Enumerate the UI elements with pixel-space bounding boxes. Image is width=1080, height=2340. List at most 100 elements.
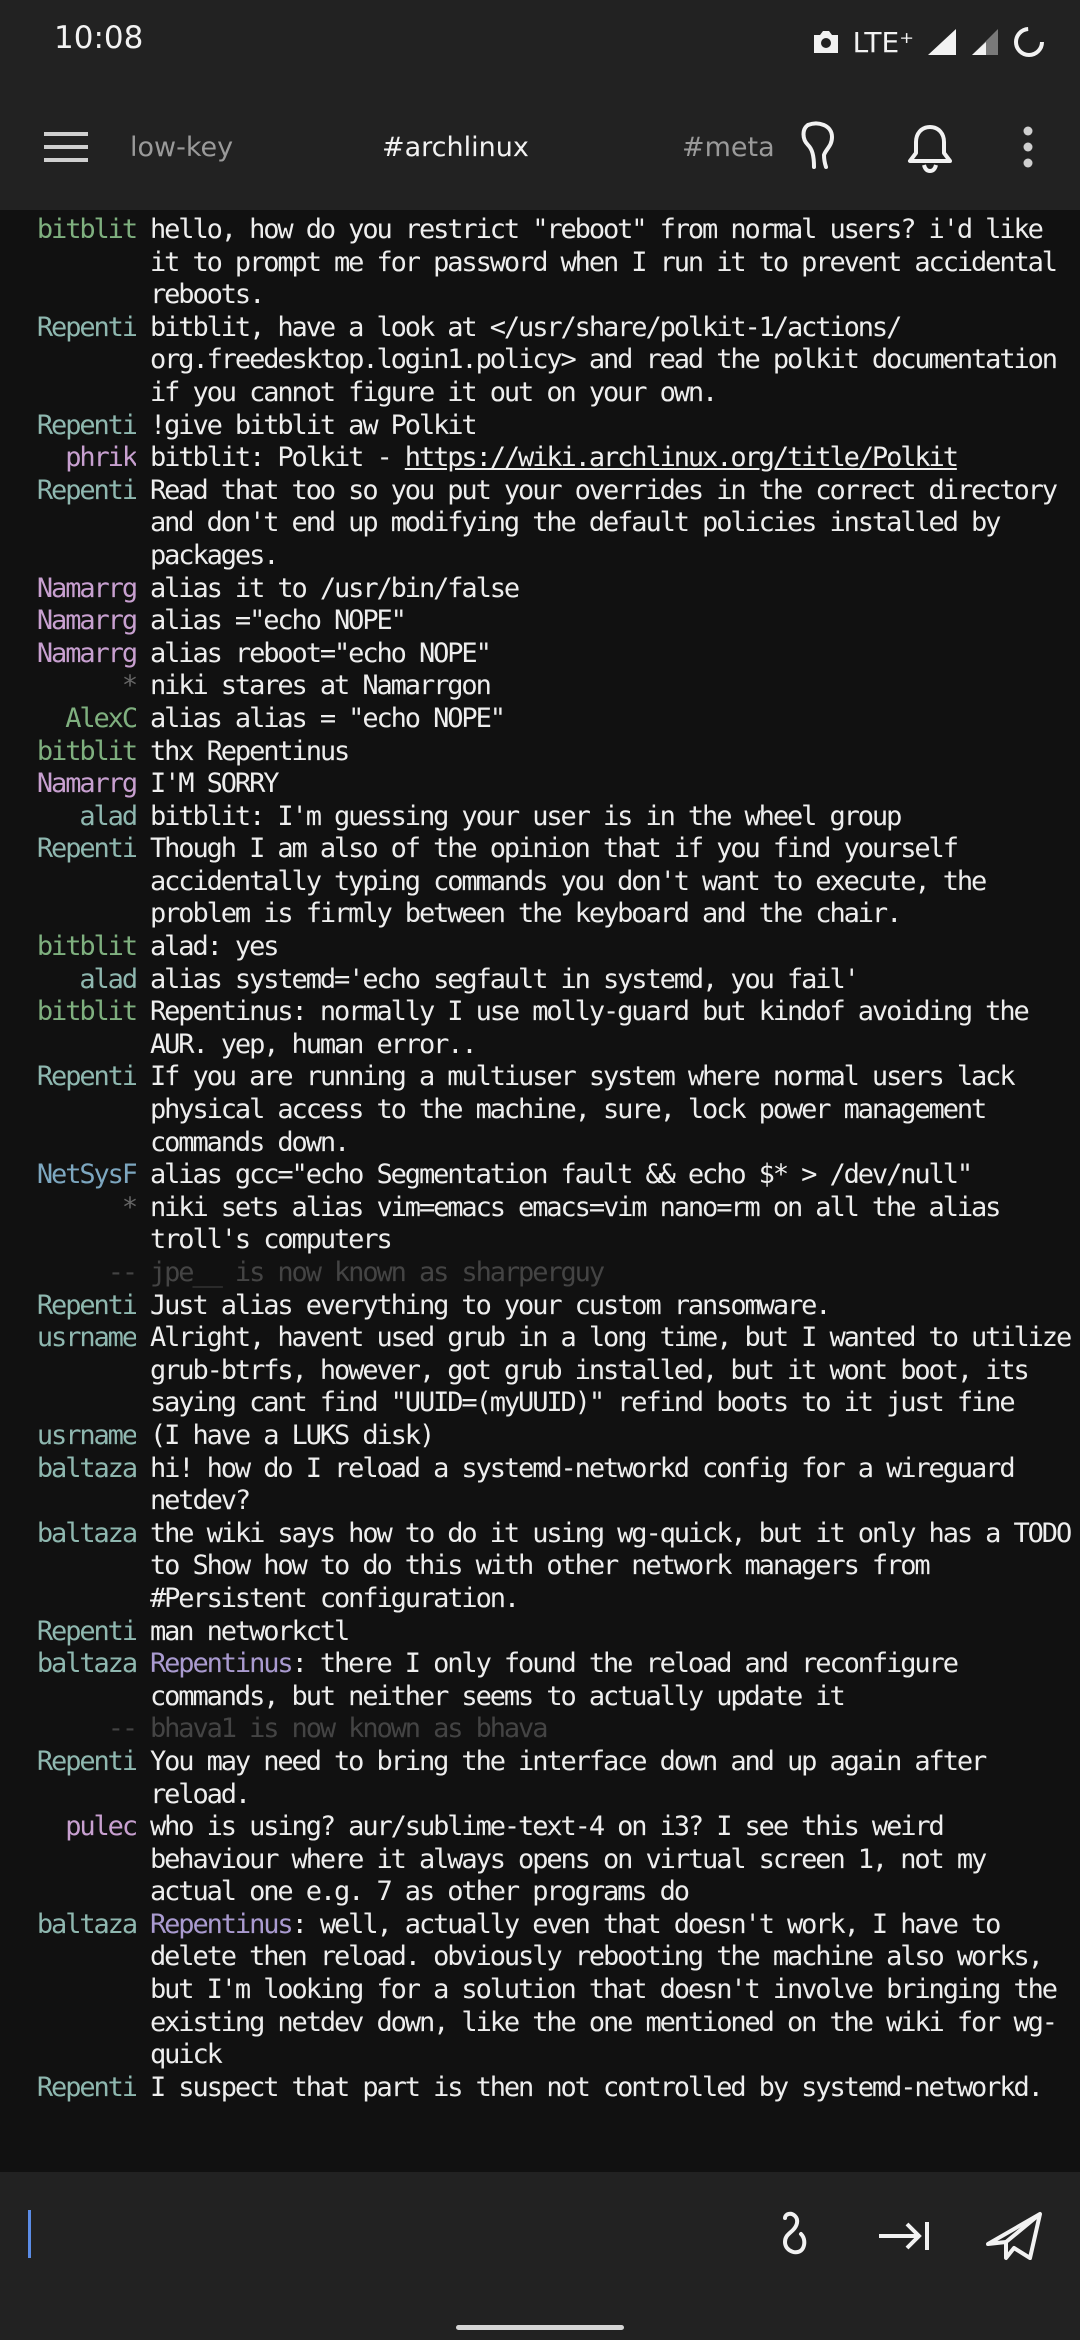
message-nick[interactable]: Repenti (0, 475, 136, 508)
message-nick[interactable]: Repenti (0, 1061, 136, 1094)
tab-meta[interactable]: #meta (682, 84, 775, 210)
signal-icon (928, 29, 956, 55)
status-time: 10:08 (54, 20, 144, 56)
attach-icon (782, 2211, 807, 2255)
message-nick[interactable]: Repenti (0, 1290, 136, 1323)
text-cursor (28, 2210, 31, 2258)
chat-message: bitblit Repentinus: normally I use molly-… (0, 996, 1080, 1061)
chat-message: baltaza Repentinus: there I only found th… (0, 1648, 1080, 1713)
message-text: who is using? aur/sublime-text-4 on i3? … (150, 1811, 1000, 1908)
chat-message: Repenti !give bitblit aw Polkit (0, 410, 1080, 443)
message-text: Repentinus: well, actually even that doe… (150, 1909, 1080, 2072)
message-nick[interactable]: baltaza (0, 1648, 136, 1681)
message-text: bitblit: I'm guessing your user is in th… (150, 800, 902, 832)
message-input[interactable] (28, 2204, 732, 2256)
chat-message: alad bitblit: I'm guessing your user is i… (0, 801, 1080, 834)
message-nick[interactable]: alad (0, 964, 136, 997)
message-nick[interactable]: bitblit (0, 214, 136, 247)
chat-message: baltaza Repentinus: well, actually even t… (0, 1909, 1080, 2072)
tab-complete-button[interactable] (876, 2212, 932, 2260)
message-nick[interactable]: Repenti (0, 312, 136, 345)
message-list: bitblit hello, how do you restrict "reboo… (0, 210, 1080, 2104)
message-nick[interactable]: Repenti (0, 410, 136, 443)
chat-message: bitblit alad: yes (0, 931, 1080, 964)
chat-message: bitblit thx Repentinus (0, 736, 1080, 769)
message-text: Though I am also of the opinion that if … (150, 833, 1000, 930)
message-nick[interactable]: phrik (0, 442, 136, 475)
notifications-button[interactable] (904, 84, 956, 210)
system-message: -- jpe__ is now known as sharperguy (0, 1257, 1080, 1290)
message-nick[interactable]: NetSysF (0, 1159, 136, 1192)
tab-archlinux[interactable]: #archlinux (382, 84, 529, 210)
chat-message: AlexC alias alias = "echo NOPE" (0, 703, 1080, 736)
overflow-menu-button[interactable] (1018, 84, 1038, 210)
message-mention[interactable]: Repentinus (150, 1909, 294, 1940)
message-nick[interactable]: pulec (0, 1811, 136, 1844)
status-icons: LTE⁺ (811, 20, 1046, 64)
channel-info-button[interactable] (796, 84, 842, 210)
chat-message: Namarrg alias it to /usr/bin/false (0, 573, 1080, 606)
message-text: bhava1 is now known as bhava (150, 1713, 548, 1745)
message-text: alias reboot="echo NOPE" (150, 637, 492, 669)
chat-log[interactable]: bitblit hello, how do you restrict "reboo… (0, 210, 1080, 2170)
message-text: Repentinus: there I only found the reloa… (150, 1648, 1080, 1713)
message-nick[interactable]: bitblit (0, 996, 136, 1029)
message-nick[interactable]: bitblit (0, 931, 136, 964)
message-nick[interactable]: -- (0, 1713, 136, 1746)
chat-message: alad alias systemd='echo segfault in syst… (0, 964, 1080, 997)
message-text: bitblit, have a look at </usr/share/polk… (150, 311, 1071, 408)
message-text: (I have a LUKS disk) (150, 1419, 435, 1451)
message-text: Just alias everything to your custom ran… (150, 1289, 832, 1321)
message-nick[interactable]: Namarrg (0, 605, 136, 638)
message-nick[interactable]: bitblit (0, 736, 136, 769)
message-nick[interactable]: Namarrg (0, 768, 136, 801)
message-text: alias ="echo NOPE" (150, 605, 407, 637)
menu-icon (44, 132, 88, 162)
system-message: -- bhava1 is now known as bhava (0, 1713, 1080, 1746)
message-nick[interactable]: baltaza (0, 1518, 136, 1551)
message-text: alias alias = "echo NOPE" (150, 702, 506, 734)
chat-message: baltaza the wiki says how to do it using … (0, 1518, 1080, 1616)
message-nick[interactable]: usrname (0, 1420, 136, 1453)
message-nick[interactable]: Repenti (0, 1746, 136, 1779)
message-nick[interactable]: Repenti (0, 833, 136, 866)
home-gesture-bar[interactable] (456, 2325, 624, 2330)
tab-low-key[interactable]: low-key (130, 84, 233, 210)
message-mention[interactable]: Repentinus (150, 1648, 294, 1679)
message-nick[interactable]: alad (0, 801, 136, 834)
message-nick[interactable]: Repenti (0, 2072, 136, 2105)
signal-icon-2 (972, 29, 998, 55)
chat-message: Repenti Though I am also of the opinion t… (0, 833, 1080, 931)
message-text: alias systemd='echo segfault in systemd,… (150, 963, 860, 995)
message-nick[interactable]: AlexC (0, 703, 136, 736)
chat-message: phrik bitblit: Polkit - https://wiki.arch… (0, 442, 1080, 475)
message-nick[interactable]: usrname (0, 1322, 136, 1355)
send-icon (986, 2212, 1042, 2260)
chat-message: Repenti I suspect that part is then not c… (0, 2072, 1080, 2105)
message-nick[interactable]: Namarrg (0, 573, 136, 606)
message-nick[interactable]: baltaza (0, 1909, 136, 1942)
system-nav-bar (0, 2288, 1080, 2340)
message-text: alias it to /usr/bin/false (150, 572, 520, 604)
message-link[interactable]: https://wiki.archlinux.org/title/Polkit (405, 442, 959, 473)
chat-message: Namarrg alias ="echo NOPE" (0, 605, 1080, 638)
menu-button[interactable] (44, 84, 88, 210)
action-message: * niki stares at Namarrgon (0, 670, 1080, 703)
chat-message: NetSysF alias gcc="echo Segmentation faul… (0, 1159, 1080, 1192)
message-text: If you are running a multiuser system wh… (150, 1061, 1028, 1158)
attach-button[interactable] (768, 2208, 818, 2264)
message-text: hello, how do you restrict "reboot" from… (150, 214, 1071, 311)
message-nick[interactable]: * (0, 670, 136, 703)
message-text: Alright, havent used grub in a long time… (150, 1322, 1072, 1419)
chat-message: Repenti man networkctl (0, 1616, 1080, 1649)
send-button[interactable] (982, 2206, 1046, 2266)
message-nick[interactable]: -- (0, 1257, 136, 1290)
message-nick[interactable]: Namarrg (0, 638, 136, 671)
chat-message: Repenti bitblit, have a look at </usr/sha… (0, 312, 1080, 410)
message-text: the wiki says how to do it using wg-quic… (150, 1517, 1072, 1614)
message-nick[interactable]: baltaza (0, 1453, 136, 1486)
message-nick[interactable]: * (0, 1192, 136, 1225)
message-nick[interactable]: Repenti (0, 1616, 136, 1649)
message-text: bitblit: Polkit - https://wiki.archlinux… (150, 442, 1080, 475)
message-text: jpe__ is now known as sharperguy (150, 1257, 605, 1288)
